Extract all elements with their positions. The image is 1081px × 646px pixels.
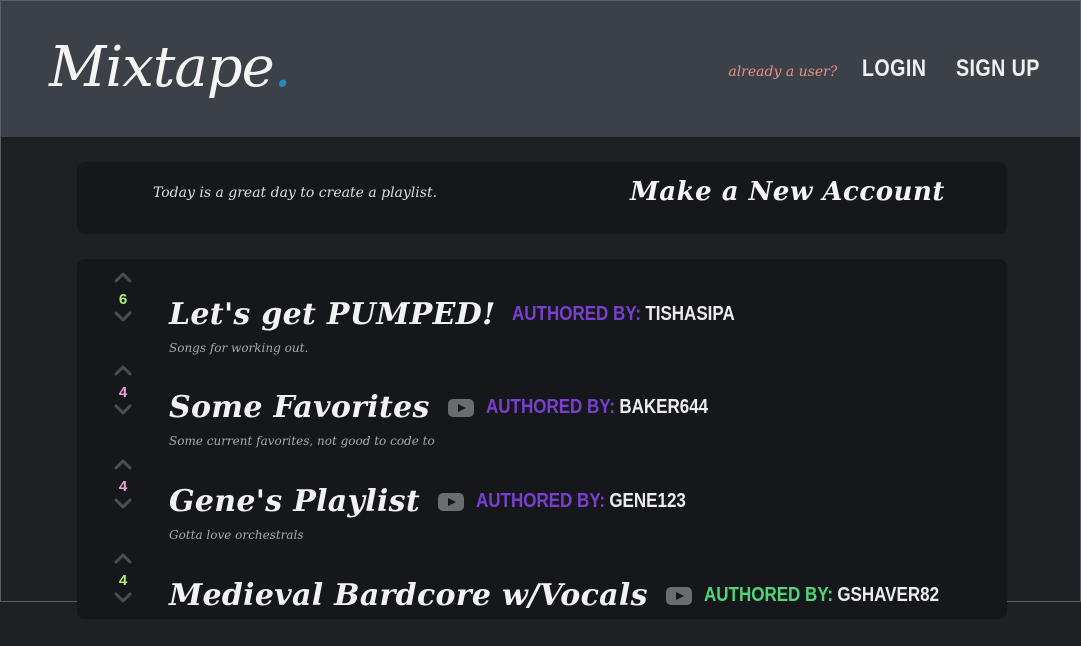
- playlist-description: Songs for working out.: [169, 341, 309, 355]
- vote-count: 6: [118, 291, 128, 308]
- header-bar: Mixtape. already a user? LOGIN SIGN UP: [1, 1, 1080, 137]
- playlist-row[interactable]: 4 Some Favorites AUTHORED BY: BAKER644 Some …: [77, 364, 1007, 458]
- new-account-link[interactable]: Make a New Account: [630, 177, 945, 207]
- playlist-description: Gotta love orchestrals: [169, 528, 304, 542]
- downvote-icon[interactable]: [111, 592, 135, 610]
- upvote-icon[interactable]: [111, 552, 135, 570]
- author-name[interactable]: BAKER644: [619, 396, 708, 418]
- playlist-title-line: Some Favorites AUTHORED BY: BAKER644: [169, 390, 747, 425]
- vote-count: 4: [118, 572, 128, 589]
- playlist-title-line: Let's get PUMPED! AUTHORED BY: TISHASIPA: [169, 297, 774, 332]
- youtube-icon[interactable]: [438, 492, 464, 511]
- upvote-icon[interactable]: [111, 458, 135, 476]
- playlist-row[interactable]: 4 Medieval Bardcore w/Vocals AUTHORED BY: G…: [77, 552, 1007, 646]
- author-name[interactable]: GENE123: [609, 490, 686, 512]
- youtube-icon[interactable]: [447, 398, 474, 417]
- playlist-title[interactable]: Gene's Playlist: [169, 484, 420, 519]
- author-info: AUTHORED BY: TISHASIPA: [512, 303, 735, 326]
- downvote-icon[interactable]: [111, 498, 135, 516]
- already-user-prompt: already a user?: [728, 64, 838, 80]
- playlist-list: 6 Let's get PUMPED! AUTHORED BY: TISHASIPA S…: [77, 259, 1007, 619]
- welcome-banner: Today is a great day to create a playlis…: [77, 162, 1007, 234]
- playlist-title-line: Medieval Bardcore w/Vocals AUTHORED BY: GS…: [169, 578, 980, 613]
- playlist-row[interactable]: 6 Let's get PUMPED! AUTHORED BY: TISHASIPA S…: [77, 271, 1007, 365]
- vote-control: 4: [111, 552, 135, 610]
- vote-control: 4: [111, 364, 135, 422]
- playlist-row[interactable]: 4 Gene's Playlist AUTHORED BY: GENE123 Gotta…: [77, 458, 1007, 552]
- upvote-icon[interactable]: [111, 364, 135, 382]
- vote-control: 4: [111, 458, 135, 516]
- author-name[interactable]: TISHASIPA: [645, 303, 734, 325]
- playlist-title[interactable]: Let's get PUMPED!: [169, 297, 496, 332]
- author-info: AUTHORED BY: GENE123: [476, 490, 686, 513]
- author-label: AUTHORED BY:: [485, 396, 615, 418]
- author-info: AUTHORED BY: GSHAVER82: [704, 584, 939, 607]
- auth-nav: already a user? LOGIN SIGN UP: [728, 55, 1058, 83]
- downvote-icon[interactable]: [111, 404, 135, 422]
- signup-link[interactable]: SIGN UP: [956, 55, 1040, 83]
- login-link[interactable]: LOGIN: [862, 55, 926, 83]
- playlist-title-line: Gene's Playlist AUTHORED BY: GENE123: [169, 484, 723, 519]
- author-label: AUTHORED BY:: [511, 303, 641, 325]
- playlist-title[interactable]: Medieval Bardcore w/Vocals: [169, 578, 648, 613]
- app-logo[interactable]: Mixtape.: [49, 35, 292, 100]
- vote-count: 4: [118, 384, 128, 401]
- author-label: AUTHORED BY:: [476, 490, 606, 512]
- vote-control: 6: [111, 271, 135, 329]
- author-name[interactable]: GSHAVER82: [837, 584, 939, 606]
- upvote-icon[interactable]: [111, 271, 135, 289]
- downvote-icon[interactable]: [111, 311, 135, 329]
- author-label: AUTHORED BY:: [703, 584, 833, 606]
- logo-text: Mixtape: [49, 35, 275, 100]
- playlist-title[interactable]: Some Favorites: [169, 390, 430, 425]
- author-info: AUTHORED BY: BAKER644: [486, 396, 708, 419]
- banner-message: Today is a great day to create a playlis…: [153, 185, 438, 201]
- playlist-description: Some current favorites, not good to code…: [169, 434, 435, 448]
- logo-dot: .: [273, 35, 292, 100]
- vote-count: 4: [118, 478, 128, 495]
